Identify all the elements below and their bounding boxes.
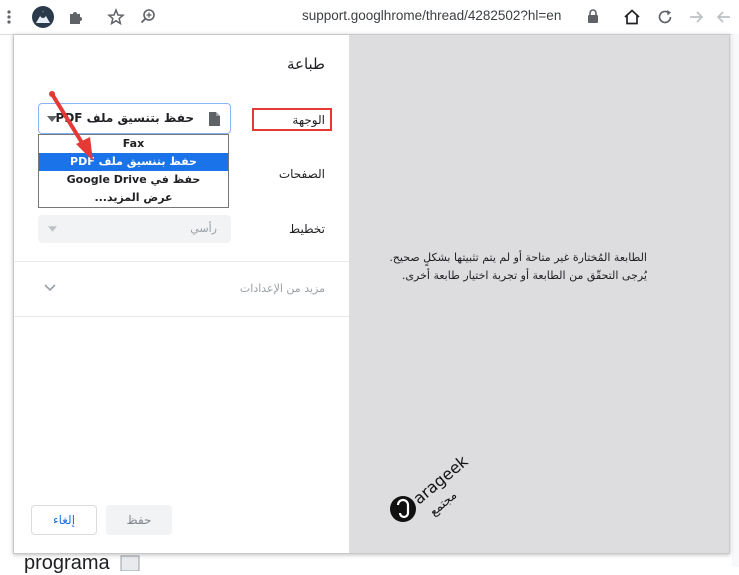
- layout-select[interactable]: رأسي: [38, 215, 231, 243]
- page-text-behind: programa: [24, 552, 110, 574]
- destination-dropdown-list: Fax حفظ بتنسيق ملف PDF حفظ في Google Dri…: [38, 134, 229, 208]
- layout-value: رأسي: [190, 222, 217, 235]
- chevron-down-icon: [47, 116, 57, 122]
- forward-arrow-icon[interactable]: [686, 7, 706, 27]
- cancel-button[interactable]: إلغاء: [31, 505, 97, 535]
- home-icon[interactable]: [622, 7, 642, 27]
- layout-chevron-icon: [48, 226, 57, 232]
- dropdown-option-see-more[interactable]: عرض المزيد...: [39, 189, 228, 207]
- document-icon: [120, 555, 140, 571]
- more-settings-label: مزيد من الإعدادات: [239, 282, 325, 295]
- extensions-puzzle-icon[interactable]: [66, 7, 86, 27]
- print-preview-panel: الطابعة المُختارة غير متاحة أو لم يتم تث…: [349, 35, 729, 553]
- preview-error-message: الطابعة المُختارة غير متاحة أو لم يتم تث…: [347, 249, 647, 285]
- layout-label: تخطيط: [289, 222, 325, 236]
- print-dialog: الطابعة المُختارة غير متاحة أو لم يتم تث…: [13, 34, 730, 554]
- pages-label: الصفحات: [278, 167, 325, 181]
- destination-select[interactable]: حفظ بتنسيق ملف PDF: [38, 103, 231, 134]
- arageek-watermark-logo: arageek مجتمع: [390, 451, 472, 522]
- dropdown-option-fax[interactable]: Fax: [39, 135, 228, 153]
- profile-avatar-icon[interactable]: [31, 5, 55, 29]
- dropdown-option-save-pdf[interactable]: حفظ بتنسيق ملف PDF: [39, 153, 228, 171]
- destination-label: الوجهة: [292, 113, 325, 127]
- back-arrow-icon[interactable]: [714, 7, 734, 27]
- save-button[interactable]: حفظ: [106, 505, 172, 535]
- dropdown-option-google-drive[interactable]: حفظ في Google Drive: [39, 171, 228, 189]
- destination-value: حفظ بتنسيق ملف PDF: [55, 111, 194, 125]
- preview-message-line-2: يُرجى التحقّق من الطابعة أو تجربة اختيار…: [401, 269, 647, 282]
- zoom-icon[interactable]: [138, 7, 158, 27]
- dialog-title: طباعة: [286, 55, 325, 73]
- menu-dots-icon[interactable]: [4, 7, 14, 27]
- pdf-file-icon: [209, 112, 220, 126]
- bookmark-star-icon[interactable]: [106, 7, 126, 27]
- more-settings-toggle[interactable]: مزيد من الإعدادات: [14, 261, 349, 317]
- reload-icon[interactable]: [655, 7, 675, 27]
- browser-toolbar: support.googlhrome/thread/4282502?hl=en: [0, 0, 739, 35]
- page-background-strip: [732, 34, 739, 567]
- lock-icon[interactable]: [586, 7, 600, 27]
- print-settings-panel: طباعة الوجهة حفظ بتنسيق ملف PDF الصفحات …: [14, 35, 349, 553]
- preview-message-line-1: الطابعة المُختارة غير متاحة أو لم يتم تث…: [389, 251, 647, 264]
- expand-chevron-icon: [44, 284, 56, 292]
- address-bar-url[interactable]: support.googlhrome/thread/4282502?hl=en: [302, 8, 561, 23]
